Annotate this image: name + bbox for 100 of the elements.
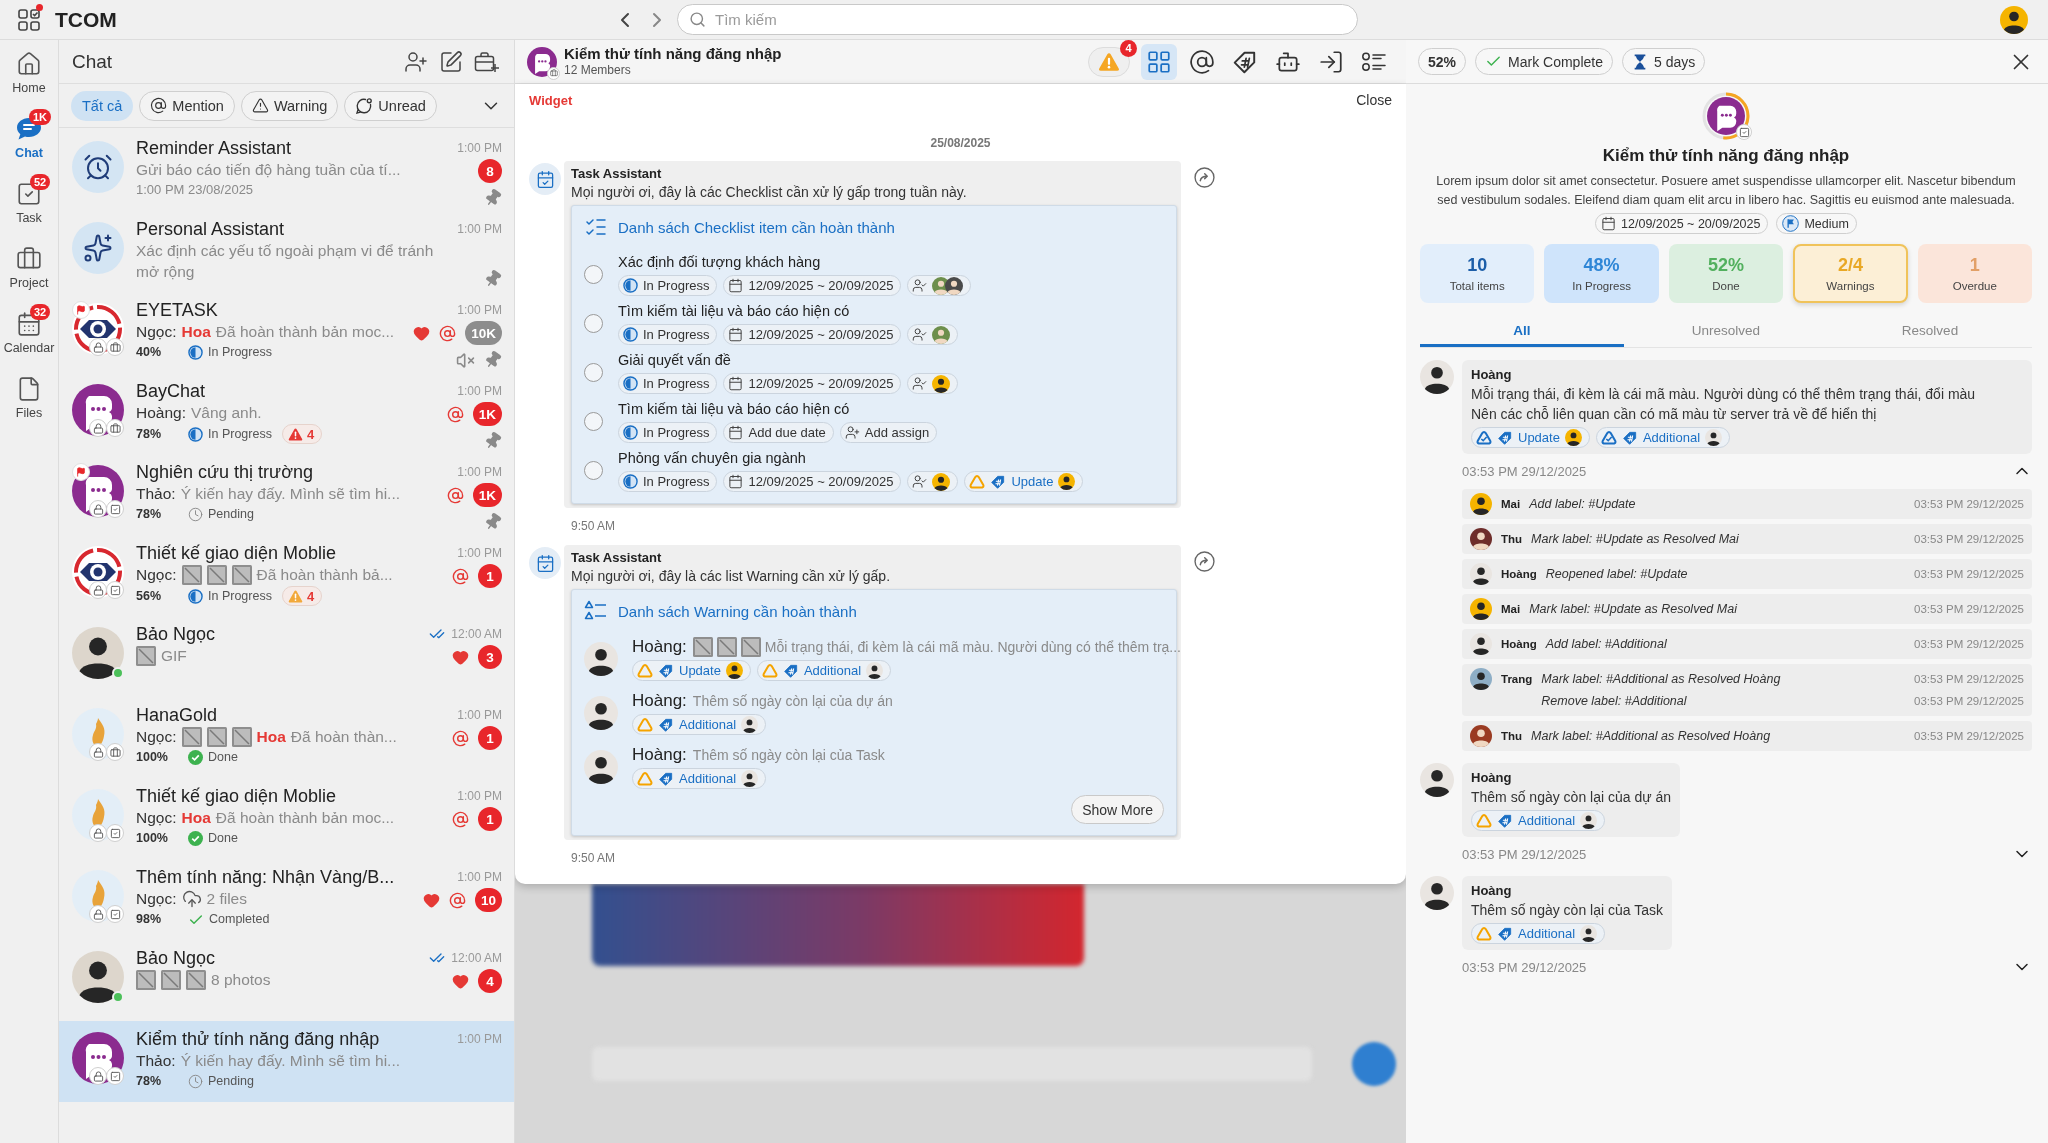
mention-name: Hoa (181, 322, 211, 342)
count-badge: 52 (30, 173, 51, 190)
briefcase-plus-icon[interactable] (474, 49, 500, 74)
chat-list-item[interactable]: Kiểm thử tính năng đăng nhập Thảo: Ý kiến hay đấy. Mình sẽ tìm hi... 78% Pending 1:00 PM (59, 1021, 514, 1102)
card-title: Danh sách Checklist item cần hoàn thành (618, 218, 895, 236)
unread-count-badge: 1 (478, 726, 502, 750)
chat-list-item[interactable]: Thiết kế giao diện Moblie Ngọc: Đã hoàn thành bả... 56% In Progress 4 1:00 PM 1 (59, 535, 514, 616)
label-name: Additional (679, 771, 737, 786)
chat-name: Personal Assistant (136, 218, 286, 240)
chat-list-item[interactable]: Reminder Assistant Gửi báo cáo tiến độ hàng tuần của tí... 1:00 PM 23/08/2025 1:00 PM 8 (59, 130, 514, 211)
stat-card[interactable]: 48% In Progress (1544, 244, 1659, 303)
checkbox[interactable] (584, 412, 603, 431)
label-name: Additional (1518, 813, 1576, 828)
forward-icon[interactable] (1194, 551, 1215, 572)
user-plus-icon (844, 425, 860, 440)
nav-label: Calendar (3, 340, 55, 355)
checkbox[interactable] (584, 461, 603, 480)
add-user-icon[interactable] (404, 49, 428, 74)
stat-card[interactable]: 52% Done (1668, 244, 1784, 303)
filter-chip[interactable]: Tất cả (71, 90, 134, 121)
person-name: Thu (1501, 532, 1523, 547)
message-time: 1:00 PM (457, 707, 502, 723)
activity-time: 03:53 PM 29/12/2025 (1914, 638, 2024, 650)
checkbox[interactable] (584, 265, 603, 284)
show-more-button[interactable]: Show More (1071, 795, 1164, 824)
progress-percent: 78% (136, 1073, 163, 1090)
message-preview: Thêm số ngày còn lại của dự án (692, 693, 893, 709)
count-badge: 32 (30, 303, 51, 320)
mark-complete-button[interactable]: Mark Complete (1475, 48, 1613, 75)
chat-list-item[interactable]: HanaGold Ngọc: Hoa Đã hoàn thàn... 100% Done 1:00 PM 1 (59, 697, 514, 778)
chat-list-item[interactable]: Personal Assistant Xác định các yếu tố ngoài phạm vi để tránh mở rộng 1:00 PM (59, 211, 514, 292)
search-field[interactable]: Tìm kiếm (677, 4, 1358, 35)
nav-item[interactable]: 1K Chat (0, 105, 58, 170)
tag-icon (1497, 429, 1513, 446)
filter-chip[interactable]: Mention (139, 90, 235, 121)
forward-icon[interactable] (1194, 167, 1215, 188)
progress-percent: 100% (136, 749, 169, 766)
chat-list-item[interactable]: Thêm tính năng: Nhận Vàng/B... Ngọc: 2 files 98% Completed 1:00 PM 10 (59, 859, 514, 940)
nav-item[interactable]: 52 Task (0, 170, 58, 235)
heart-icon (452, 648, 469, 666)
half-circle-icon (623, 278, 638, 293)
label-name: Additional (803, 663, 862, 678)
checkbox[interactable] (584, 363, 603, 382)
chat-list-item[interactable]: Bảo Ngọc 8 photos 12:00 AM 4 (59, 940, 514, 1021)
nav-item[interactable]: Project (0, 235, 58, 300)
progress-percent: 98% (136, 911, 163, 928)
stat-card[interactable]: 10 Total items (1420, 244, 1535, 303)
app-grid-icon[interactable] (18, 8, 40, 31)
nav-item[interactable]: Files (0, 365, 58, 430)
half-circle-icon (188, 426, 203, 442)
mention-name: Hoa (256, 727, 286, 747)
date-range: 12/09/2025 ~ 20/09/2025 (1621, 216, 1761, 231)
person-name: Thu (1501, 729, 1523, 744)
message-time: 12:00 AM (451, 950, 502, 966)
message-time: 1:00 PM (457, 545, 502, 561)
checkbox-icon (106, 581, 124, 599)
chat-list-item[interactable]: BayChat Hoàng: Vâng anh. 78% In Progress 4 1:00 PM 1K (59, 373, 514, 454)
checkbox[interactable] (584, 314, 603, 333)
image-thumbnail (136, 969, 156, 990)
date-range: 12/09/2025 ~ 20/09/2025 (748, 376, 894, 391)
author-name: Hoàng (1471, 769, 1513, 787)
chat-name: Thêm tính năng: Nhận Vàng/B... (136, 866, 396, 888)
nav-item[interactable]: 32 Calendar (0, 300, 58, 365)
stat-label: Warnings (1826, 280, 1875, 292)
user-check-icon (912, 278, 928, 293)
stat-card[interactable]: 1 Overdue (1917, 244, 2032, 303)
message-time: 1:00 PM (457, 383, 502, 399)
tab[interactable]: All (1420, 317, 1624, 347)
warning-icon (1098, 50, 1120, 73)
progress-percent: 78% (136, 425, 163, 443)
close-link[interactable]: Close (1356, 92, 1392, 108)
sender-name: Ngọc: (136, 889, 177, 909)
sender-name: Thảo: (136, 1051, 176, 1071)
sender-name: Task Assistant (571, 166, 663, 182)
conversation-title: Kiểm thử tính năng đăng nhập (564, 45, 782, 63)
stat-card[interactable]: 2/4 Warnings (1793, 244, 1908, 303)
comment-text: Thêm số ngày còn lại của Task (1471, 901, 1663, 920)
chat-list-item[interactable]: Bảo Ngọc GIF 12:00 AM 3 (59, 616, 514, 697)
filter-chip[interactable]: Warning (240, 90, 339, 121)
tag-icon (782, 662, 799, 679)
cloud-upload-icon (181, 888, 202, 909)
user-check-icon (912, 376, 928, 391)
person-name: Mai (1501, 602, 1521, 617)
checklist-item-title: Xác định đối tượng khách hàng (618, 253, 822, 272)
calendar-icon (728, 376, 744, 391)
widgets-button[interactable] (1141, 43, 1177, 80)
filter-chip[interactable]: Unread (344, 90, 437, 121)
compose-icon[interactable] (439, 49, 463, 74)
chat-list-item[interactable]: EYETASK Ngọc: Hoa Đã hoàn thành bản moc... 40% In Progress 1:00 PM 10K (59, 292, 514, 373)
chat-list-item[interactable]: Nghiên cứu thị trường Thảo: Ý kiến hay đấy. Mình sẽ tìm hi... 78% Pending 1:00 PM 1K (59, 454, 514, 535)
author-name: Hoàng: (632, 637, 687, 657)
nav-item[interactable]: Home (0, 40, 58, 105)
chat-list-item[interactable]: Thiết kế giao diện Moblie Ngọc: Hoa Đã hoàn thành bản moc... 100% Done 1:00 PM 1 (59, 778, 514, 859)
comment-text: Mỗi trạng thái, đi kèm là cái mã màu. Người dùng có thể thêm trạng thái, đổi màu (1471, 385, 1977, 404)
at-sign-icon (452, 567, 469, 585)
warning-button[interactable] (1088, 46, 1130, 77)
half-circle-icon (623, 376, 638, 391)
chat-name: Thiết kế giao diện Moblie (136, 785, 338, 807)
calendar-check-icon (529, 547, 561, 579)
author-name: Hoàng (1471, 366, 1513, 384)
